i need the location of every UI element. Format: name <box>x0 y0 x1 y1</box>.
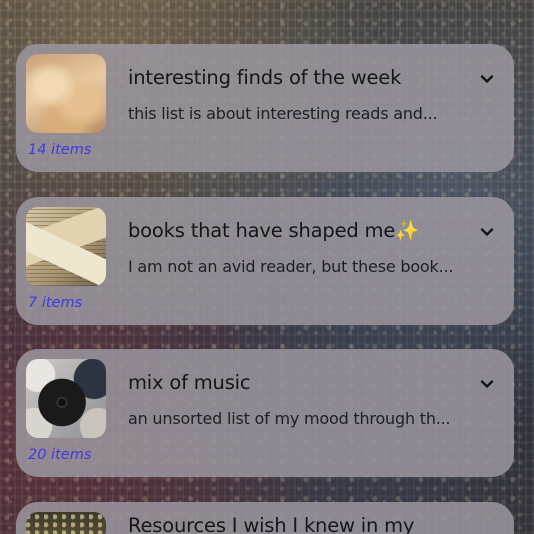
list-title: interesting finds of the week <box>128 66 402 89</box>
list-title-text: books that have shaped me <box>128 219 396 242</box>
chevron-down-icon[interactable] <box>478 223 496 241</box>
sparkles-icon: ✨ <box>395 219 420 242</box>
list-thumbnail <box>26 207 106 286</box>
list-title: Resources I wish I knew in my <box>128 514 415 534</box>
chevron-down-icon[interactable] <box>478 375 496 393</box>
list-item-count: 7 items <box>28 295 83 311</box>
list-item-count: 20 items <box>28 447 92 463</box>
list-thumbnail <box>26 512 106 534</box>
list-description: this list is about interesting reads and… <box>128 104 438 123</box>
list-title: mix of music <box>128 371 251 394</box>
list-title: books that have shaped me✨ <box>128 219 419 242</box>
list-thumbnail <box>26 359 106 438</box>
list-card[interactable]: interesting finds of the week this list … <box>16 44 514 172</box>
chevron-down-icon[interactable] <box>478 70 496 88</box>
list-description: an unsorted list of my mood through th..… <box>128 409 451 428</box>
list-card[interactable]: mix of music an unsorted list of my mood… <box>16 349 514 477</box>
list-item-count: 14 items <box>28 142 92 158</box>
list-thumbnail <box>26 54 106 133</box>
list-card[interactable]: Resources I wish I knew in my <box>16 502 514 534</box>
list-description: I am not an avid reader, but these book.… <box>128 257 454 276</box>
list-card[interactable]: books that have shaped me✨ I am not an a… <box>16 197 514 325</box>
